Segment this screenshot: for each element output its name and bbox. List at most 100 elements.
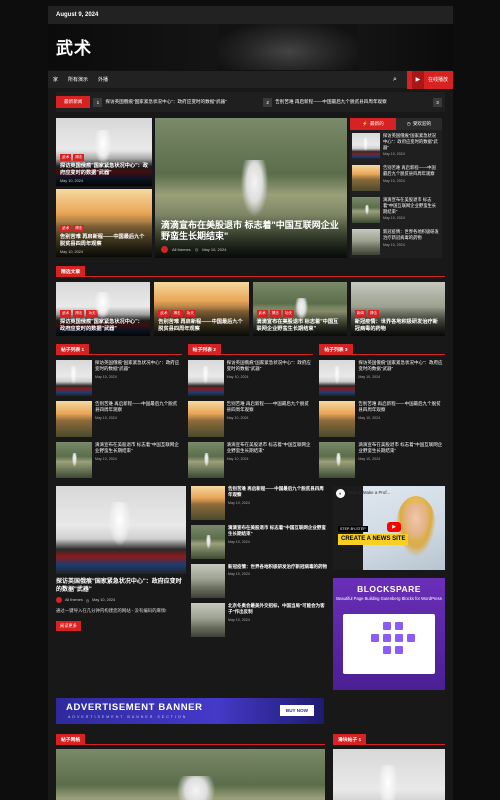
thumbnail[interactable] [319,401,356,437]
tag-badge[interactable]: 搏击 [73,153,85,161]
video-title[interactable]: How to Make a Prof... [348,490,390,495]
advertisement-banner[interactable]: ADVERTISEMENT BANNER ADVERTISEMENT BANNE… [56,698,324,724]
feature-image[interactable] [56,486,186,574]
tab-latest[interactable]: ⚡ 最新的 [350,118,396,130]
ticker-item[interactable]: 探访英国俄痕"国家紧急状况中心"：政府应变时的数据"武器" [105,99,260,105]
site-title[interactable]: 武术 [56,34,92,59]
card-title[interactable]: 探访英国俄痕"国家紧急状况中心"：政府应变时的数据"武器" [60,319,146,333]
search-icon[interactable]: ⌕ [389,76,401,84]
list-item[interactable]: 滴滴宣布在美股退市 标志着"中国互联网企业野蛮生长期结束" May 10, 202… [350,194,442,226]
list-item[interactable]: 新冠疫情：世界各地积极研发治疗新冠病毒的药物 May 10, 2024 [191,564,328,598]
hero-card[interactable]: 武术 搏击 探访英国俄痕"国家紧急状况中心"：政府应变时的数据"武器" May 1… [56,118,152,186]
item-title[interactable]: 滴滴宣布在美股退市 标志着"中国互联网企业野蛮生长期结束" [383,197,440,214]
list-item[interactable]: 告别苦难 再启新程——中国最后九个脱贫县四周年观察 May 10, 2024 [56,401,182,437]
thumbnail[interactable] [56,442,92,478]
list-item[interactable]: 探访英国俄痕"国家紧急状况中心"：政府应变时的数据"武器" May 10, 202… [56,360,182,396]
blockspare-ad[interactable]: BLOCKSPARE Beautiful Page Building Guten… [333,578,445,690]
hero-card[interactable]: 武术 搏击 告别苦难 再启新程——中国最后九个脱贫县四周年观察 May 10, 2… [56,189,152,257]
tag-badge[interactable]: 搏击 [73,224,85,232]
tag-badge[interactable]: 功夫 [86,309,98,317]
thumbnail[interactable] [187,360,224,396]
list-item[interactable]: 告别苦难 再启新程——中国最后九个脱贫县四周年观察 May 10, 2024 [191,486,328,520]
feature-title[interactable]: 探访英国俄痕"国家紧急状况中心"：政府应变时的数据"武器" [56,578,186,594]
tag-badge[interactable]: 武术 [60,224,72,232]
list-item[interactable]: 告别苦难 再启新程——中国最后九个脱贫县四周年观察 May 10, 2024 [319,401,445,437]
item-title[interactable]: 滴滴宣布在美股退市 标志着"中国互联网企业野蛮生长期结束" [95,442,182,455]
tag-badge[interactable]: 搏击 [269,309,281,317]
tag-badge[interactable]: 搏击 [171,309,183,317]
nav-item-demos[interactable]: 所有演示 [63,76,93,83]
list-item[interactable]: 滴滴宣布在美股退市 标志着"中国互联网企业野蛮生长期结束" May 10, 202… [187,442,314,478]
item-title[interactable]: 滴滴宣布在美股退市 标志着"中国互联网企业野蛮生长期结束" [358,442,445,455]
list-item[interactable]: 滴滴宣布在美股退市 标志着"中国互联网企业野蛮生长期结束" May 10, 202… [56,442,182,478]
nav-item-broadcast[interactable]: 外播 [93,76,113,83]
item-title[interactable]: 告别苦难 再启新程——中国最后九个脱贫县四周年观察 [227,401,314,414]
item-title[interactable]: 探访英国俄痕"国家紧急状况中心"：政府应变时的数据"武器" [383,133,440,150]
thumbnail[interactable] [56,401,92,437]
item-title[interactable]: 告别苦难 再启新程——中国最后九个脱贫县四周年观察 [358,401,445,414]
author-name[interactable]: All themes [172,247,191,252]
tag-badge[interactable]: 武术 [60,309,72,317]
list-item[interactable]: 探访英国俄痕"国家紧急状况中心"：政府应变时的数据"武器" May 10, 202… [319,360,445,396]
card-title[interactable]: 告别苦难 再启新程——中国最后九个脱贫县四周年观察 [158,319,244,333]
item-title[interactable]: 告别苦难 再启新程——中国最后九个脱贫县四周年观察 [228,486,328,499]
item-title[interactable]: 滴滴宣布在美股退市 标志着"中国互联网企业野蛮生长期结束" [228,525,328,538]
card-title[interactable]: 探访英国俄痕"国家紧急状况中心"：政府应变时的数据"武器" [60,163,148,177]
item-title[interactable]: 探访英国俄痕"国家紧急状况中心"：政府应变时的数据"武器" [95,360,182,373]
hero-main-title[interactable]: 滴滴宣布在美股退市 标志着"中国互联网企业野蛮生长期结束" [161,220,341,243]
item-title[interactable]: 告别苦难 再启新程——中国最后九个脱贫县四周年观察 [383,165,440,177]
hero-main-card[interactable]: 滴滴宣布在美股退市 标志着"中国互联网企业野蛮生长期结束" All themes… [155,118,347,258]
list-item[interactable]: 探访英国俄痕"国家紧急状况中心"：政府应变时的数据"武器" May 10, 202… [187,360,314,396]
featured-card[interactable]: 新闻 搏击 新冠疫情：世界各地积极研发治疗新冠病毒的药物 [350,282,445,336]
list-item[interactable]: 北京冬奥会最美外交招标，中国当局"可能会为客子"作出反制 May 10, 2024 [191,603,328,637]
card-title[interactable]: 滴滴宣布在美股退市 标志着"中国互联网企业野蛮生长期结束" [257,319,343,333]
thumbnail[interactable] [191,603,225,637]
item-title[interactable]: 滴滴宣布在美股退市 标志着"中国互联网企业野蛮生长期结束" [227,442,314,455]
slider-image[interactable] [333,749,445,800]
card-title[interactable]: 新冠疫情：世界各地积极研发治疗新冠病毒的药物 [355,319,441,333]
tag-badge[interactable]: 搏击 [367,309,380,317]
thumbnail[interactable] [319,442,356,478]
featured-card[interactable]: 武术 搏击 功夫 滴滴宣布在美股退市 标志着"中国互联网企业野蛮生长期结束" [252,282,347,336]
live-button[interactable]: ▶ 在线播放 [406,70,453,89]
item-title[interactable]: 新冠疫情：世界各地积极研发治疗新冠病毒的药物 [228,564,327,570]
buy-now-button[interactable]: BUY NOW [279,705,314,716]
play-icon[interactable]: ▶ [387,522,401,532]
tag-badge[interactable]: 武术 [158,309,170,317]
list-item[interactable]: 新冠疫情：世界各地积极研发治疗新冠病毒的药物 May 10, 2024 [350,226,442,258]
author-name[interactable]: All themes [65,598,83,602]
thumbnail[interactable] [187,401,224,437]
list-item[interactable]: 滴滴宣布在美股退市 标志着"中国互联网企业野蛮生长期结束" May 10, 202… [319,442,445,478]
nav-item-home[interactable]: 家 [48,76,63,83]
tag-badge[interactable]: 搏击 [73,309,85,317]
item-title[interactable]: 探访英国俄痕"国家紧急状况中心"：政府应变时的数据"武器" [227,360,314,373]
thumbnail[interactable] [187,442,224,478]
video-promo[interactable]: ◐ How to Make a Prof... STEP-BY-STEP CRE… [333,486,445,570]
featured-card[interactable]: 武术 搏击 功夫 探访英国俄痕"国家紧急状况中心"：政府应变时的数据"武器" [56,282,151,336]
tag-badge[interactable]: 武术 [60,153,72,161]
tag-badge[interactable]: 功夫 [184,309,196,317]
list-item[interactable]: 告别苦难 再启新程——中国最后九个脱贫县四周年观察 May 10, 2024 [187,401,314,437]
item-title[interactable]: 新冠疫情：世界各地积极研发治疗新冠病毒的药物 [383,229,440,241]
tag-badge[interactable]: 功夫 [282,309,295,317]
list-item[interactable]: 告别苦难 再启新程——中国最后九个脱贫县四周年观察 May 10, 2024 [350,162,442,194]
item-title[interactable]: 告别苦难 再启新程——中国最后九个脱贫县四周年观察 [95,401,182,414]
item-title[interactable]: 探访英国俄痕"国家紧急状况中心"：政府应变时的数据"武器" [358,360,445,373]
thumbnail[interactable] [352,197,380,223]
tag-badge[interactable]: 新闻 [354,309,366,317]
thumbnail[interactable] [191,486,225,520]
thumbnail[interactable] [352,229,380,255]
tag-badge[interactable]: 武术 [256,309,268,317]
item-title[interactable]: 北京冬奥会最美外交招标，中国当局"可能会为客子"作出反制 [228,603,328,616]
read-more-button[interactable]: 阅读更多 [56,621,81,632]
featured-card[interactable]: 武术 搏击 功夫 告别苦难 再启新程——中国最后九个脱贫县四周年观察 [154,282,249,336]
thumbnail[interactable] [191,525,225,559]
list-item[interactable]: 滴滴宣布在美股退市 标志着"中国互联网企业野蛮生长期结束" May 10, 202… [191,525,328,559]
ticker-item[interactable]: 告别苦难 再启新程——中国最后九个脱贫县四周年观察 [275,99,430,105]
thumbnail[interactable] [352,133,380,159]
thumbnail[interactable] [352,165,380,191]
thumbnail[interactable] [56,360,92,396]
thumbnail[interactable] [191,564,225,598]
list-item[interactable]: 探访英国俄痕"国家紧急状况中心"：政府应变时的数据"武器" May 10, 202… [350,130,442,162]
card-title[interactable]: 告别苦难 再启新程——中国最后九个脱贫县四周年观察 [60,234,148,248]
